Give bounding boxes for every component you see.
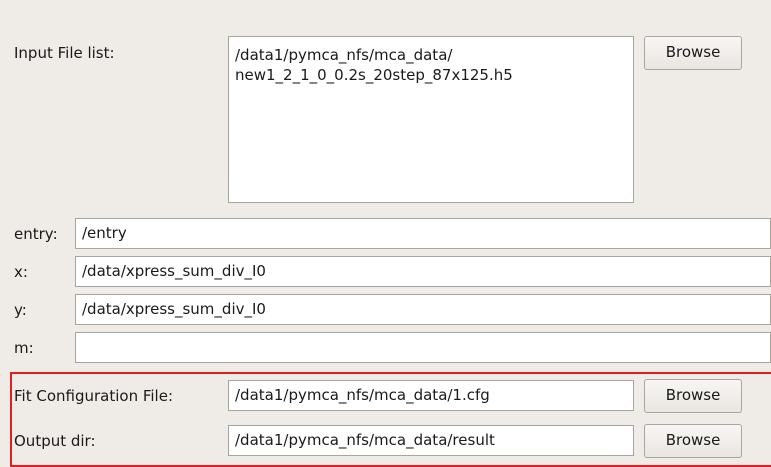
input-file-list-box[interactable]: /data1/pymca_nfs/mca_data/ new1_2_1_0_0.… <box>228 36 634 203</box>
m-label: m: <box>14 339 34 357</box>
input-file-line: /data1/pymca_nfs/mca_data/ <box>235 46 453 64</box>
x-label: x: <box>14 263 28 281</box>
y-input[interactable]: /data/xpress_sum_div_I0 <box>75 294 771 325</box>
input-file-line: new1_2_1_0_0.2s_20step_87x125.h5 <box>235 66 513 84</box>
entry-input[interactable]: /entry <box>75 218 771 249</box>
input-file-browse-button[interactable]: Browse <box>644 36 742 70</box>
x-input[interactable]: /data/xpress_sum_div_I0 <box>75 256 771 287</box>
input-file-list-label: Input File list: <box>14 44 115 62</box>
entry-label: entry: <box>14 225 58 243</box>
m-input[interactable] <box>75 332 771 363</box>
fit-config-browse-button[interactable]: Browse <box>644 379 742 413</box>
output-dir-label: Output dir: <box>14 432 96 450</box>
output-dir-browse-button[interactable]: Browse <box>644 424 742 458</box>
y-label: y: <box>14 301 27 319</box>
output-dir-input[interactable]: /data1/pymca_nfs/mca_data/result <box>228 425 634 456</box>
fit-config-input[interactable]: /data1/pymca_nfs/mca_data/1.cfg <box>228 380 634 411</box>
fit-config-label: Fit Configuration File: <box>14 387 174 405</box>
